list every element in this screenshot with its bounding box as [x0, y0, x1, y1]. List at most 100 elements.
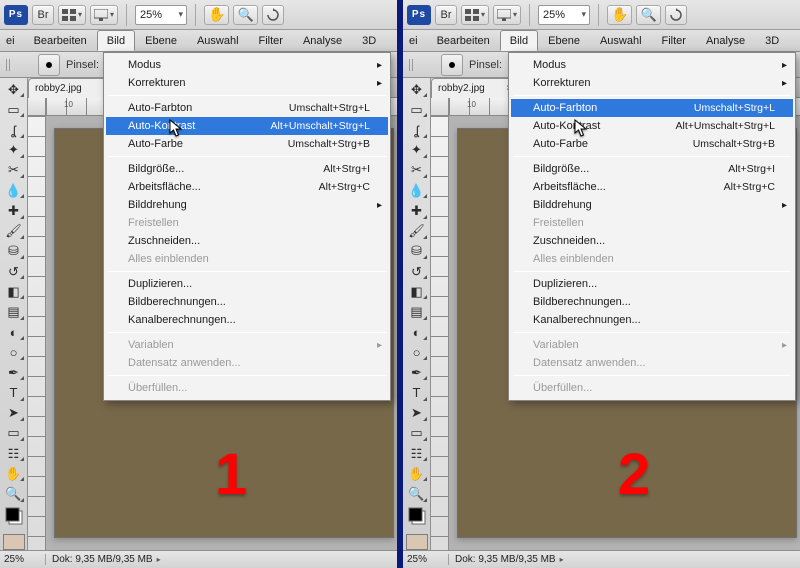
lasso-tool[interactable]: ʆ: [405, 120, 429, 139]
menuitem-arbeitsfl-che-[interactable]: Arbeitsfläche... Alt+Strg+C: [106, 178, 388, 196]
menu-3d[interactable]: 3D: [755, 30, 789, 51]
pen-tool[interactable]: ✒: [2, 363, 26, 382]
eraser-tool[interactable]: ◧: [405, 282, 429, 301]
menu-bild[interactable]: Bild: [500, 30, 538, 51]
menuitem-bildberechnungen-[interactable]: Bildberechnungen...: [511, 293, 793, 311]
menuitem-zuschneiden-[interactable]: Zuschneiden...: [511, 232, 793, 250]
hand-tool[interactable]: ✋: [2, 464, 26, 483]
color-swatch[interactable]: [406, 534, 428, 550]
fg-bg-swatch[interactable]: [2, 505, 26, 528]
wand-tool[interactable]: ✦: [405, 141, 429, 160]
color-swatch[interactable]: [3, 534, 25, 550]
zoom-button[interactable]: 🔍: [233, 5, 257, 25]
menu-bearbeiten[interactable]: Bearbeiten: [427, 30, 500, 51]
lasso-tool[interactable]: ʆ: [2, 120, 26, 139]
blur-tool[interactable]: ◐: [405, 323, 429, 342]
eyedropper-tool[interactable]: 💧: [405, 181, 429, 200]
menuitem-bildberechnungen-[interactable]: Bildberechnungen...: [106, 293, 388, 311]
eyedropper-tool[interactable]: 💧: [2, 181, 26, 200]
menuitem-autotone[interactable]: Auto-Farbton Umschalt+Strg+L: [106, 99, 388, 117]
stamp-tool[interactable]: ⛁: [405, 242, 429, 261]
menu-filter[interactable]: Filter: [249, 30, 293, 51]
tool-preset-icon[interactable]: [38, 54, 60, 76]
dodge-tool[interactable]: ○: [2, 343, 26, 362]
menuitem-bilddrehung[interactable]: Bilddrehung: [106, 196, 388, 214]
menuitem-arbeitsfl-che-[interactable]: Arbeitsfläche... Alt+Strg+C: [511, 178, 793, 196]
notes-tool[interactable]: ☷: [405, 444, 429, 463]
menu-auswahl[interactable]: Auswahl: [590, 30, 652, 51]
zoom-tool[interactable]: 🔍: [405, 484, 429, 503]
zoom-button[interactable]: 🔍: [636, 5, 660, 25]
menu-ebene[interactable]: Ebene: [135, 30, 187, 51]
menuitem-duplizieren-[interactable]: Duplizieren...: [511, 275, 793, 293]
brush-tool[interactable]: 🖌: [2, 222, 26, 241]
crop-tool[interactable]: ✂: [405, 161, 429, 180]
tool-preset-icon[interactable]: [441, 54, 463, 76]
history-tool[interactable]: ↺: [2, 262, 26, 281]
rotate-button[interactable]: [262, 5, 284, 25]
menu-datei-partial[interactable]: ei: [2, 30, 24, 51]
rotate-button[interactable]: [665, 5, 687, 25]
menuitem-autocolor[interactable]: Auto-Farbe Umschalt+Strg+B: [511, 135, 793, 153]
zoom-tool[interactable]: 🔍: [2, 484, 26, 503]
history-tool[interactable]: ↺: [405, 262, 429, 281]
blur-tool[interactable]: ◐: [2, 323, 26, 342]
arrange-button[interactable]: ▾: [58, 5, 86, 25]
hand-button[interactable]: ✋: [204, 5, 229, 25]
menuitem-duplizieren-[interactable]: Duplizieren...: [106, 275, 388, 293]
shape-tool[interactable]: ▭: [405, 424, 429, 443]
menuitem-kanalberechnungen-[interactable]: Kanalberechnungen...: [511, 311, 793, 329]
menuitem-bildgr-e-[interactable]: Bildgröße... Alt+Strg+I: [511, 160, 793, 178]
menu-filter[interactable]: Filter: [652, 30, 696, 51]
menu-ebene[interactable]: Ebene: [538, 30, 590, 51]
menuitem-korrekturen[interactable]: Korrekturen: [106, 74, 388, 92]
move-tool[interactable]: ✥: [405, 80, 429, 99]
menuitem-bildgr-e-[interactable]: Bildgröße... Alt+Strg+I: [106, 160, 388, 178]
menuitem-korrekturen[interactable]: Korrekturen: [511, 74, 793, 92]
type-tool[interactable]: T: [405, 383, 429, 402]
healing-tool[interactable]: ✚: [405, 201, 429, 220]
doc-tab[interactable]: robby2.jpg ×: [431, 78, 519, 98]
marquee-tool[interactable]: ▭: [2, 100, 26, 119]
zoom-field[interactable]: 25%: [135, 5, 187, 25]
pen-tool[interactable]: ✒: [405, 363, 429, 382]
marquee-tool[interactable]: ▭: [405, 100, 429, 119]
ruler-v[interactable]: [431, 116, 449, 550]
stamp-tool[interactable]: ⛁: [2, 242, 26, 261]
menu-bearbeiten[interactable]: Bearbeiten: [24, 30, 97, 51]
wand-tool[interactable]: ✦: [2, 141, 26, 160]
path-tool[interactable]: ➤: [405, 404, 429, 423]
hand-button[interactable]: ✋: [607, 5, 632, 25]
menuitem-autotone[interactable]: Auto-Farbton Umschalt+Strg+L: [511, 99, 793, 117]
menuitem-modus[interactable]: Modus: [106, 56, 388, 74]
menuitem-autocontrast[interactable]: Auto-Kontrast Alt+Umschalt+Strg+L: [511, 117, 793, 135]
status-menu-icon[interactable]: ▸: [157, 555, 161, 564]
move-tool[interactable]: ✥: [2, 80, 26, 99]
brush-tool[interactable]: 🖌: [405, 222, 429, 241]
bridge-button[interactable]: Br: [32, 5, 54, 25]
ruler-v[interactable]: [28, 116, 46, 550]
status-zoom[interactable]: 25%: [0, 554, 46, 565]
gradient-tool[interactable]: ▤: [405, 302, 429, 321]
status-zoom[interactable]: 25%: [403, 554, 449, 565]
menuitem-kanalberechnungen-[interactable]: Kanalberechnungen...: [106, 311, 388, 329]
type-tool[interactable]: T: [2, 383, 26, 402]
hand-tool[interactable]: ✋: [405, 464, 429, 483]
notes-tool[interactable]: ☷: [2, 444, 26, 463]
zoom-field[interactable]: 25%: [538, 5, 590, 25]
gradient-tool[interactable]: ▤: [2, 302, 26, 321]
bridge-button[interactable]: Br: [435, 5, 457, 25]
screenmode-button[interactable]: ▾: [90, 5, 118, 25]
dodge-tool[interactable]: ○: [405, 343, 429, 362]
fg-bg-swatch[interactable]: [405, 505, 429, 528]
menu-bild[interactable]: Bild: [97, 30, 135, 51]
menu-3d[interactable]: 3D: [352, 30, 386, 51]
menu-auswahl[interactable]: Auswahl: [187, 30, 249, 51]
menuitem-bilddrehung[interactable]: Bilddrehung: [511, 196, 793, 214]
menu-analyse[interactable]: Analyse: [696, 30, 755, 51]
menu-analyse[interactable]: Analyse: [293, 30, 352, 51]
healing-tool[interactable]: ✚: [2, 201, 26, 220]
screenmode-button[interactable]: ▾: [493, 5, 521, 25]
path-tool[interactable]: ➤: [2, 404, 26, 423]
menuitem-modus[interactable]: Modus: [511, 56, 793, 74]
